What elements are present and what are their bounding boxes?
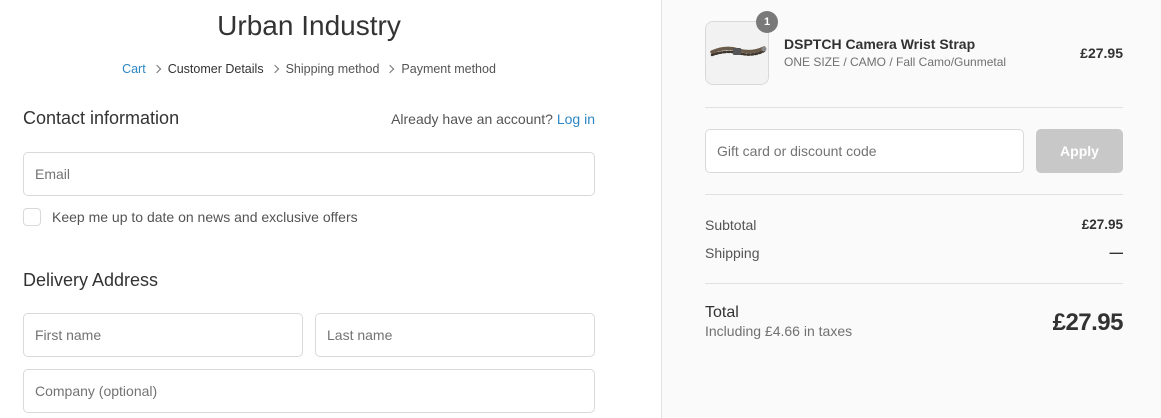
delivery-address-heading: Delivery Address: [23, 270, 159, 290]
account-prompt: Already have an account? Log in: [391, 111, 595, 127]
shipping-value: —: [1109, 245, 1124, 260]
product-price: £27.95: [1080, 45, 1123, 61]
login-link[interactable]: Log in: [557, 111, 595, 127]
company-field-wrapper: [23, 369, 595, 413]
subtotal-row: Subtotal £27.95: [705, 217, 1123, 233]
divider: [705, 107, 1123, 108]
breadcrumb-payment-method: Payment method: [401, 62, 496, 76]
shop-title[interactable]: Urban Industry: [0, 10, 618, 42]
taxes-note: Including £4.66 in taxes: [705, 323, 853, 339]
chevron-right-icon: [146, 62, 168, 76]
discount-code-field[interactable]: [706, 130, 1023, 172]
wrist-strap-icon: [706, 22, 768, 84]
breadcrumb-shipping-method: Shipping method: [285, 62, 380, 76]
total-value: £27.95: [1052, 309, 1124, 336]
total-label: Total: [705, 304, 739, 321]
discount-code-field-wrapper: [705, 129, 1024, 173]
account-prompt-text: Already have an account?: [391, 111, 553, 127]
product-variant: ONE SIZE / CAMO / Fall Camo/Gunmetal: [784, 55, 1007, 69]
product-name: DSPTCH Camera Wrist Strap: [784, 36, 976, 52]
quantity-badge: 1: [756, 11, 778, 33]
first-name-field[interactable]: [24, 314, 302, 356]
order-line-item: 1 DSPTCH Camera Wrist Strap ONE SIZE / C…: [705, 11, 1123, 85]
email-field[interactable]: [24, 153, 594, 195]
newsletter-label: Keep me up to date on news and exclusive…: [52, 209, 358, 225]
subtotal-label: Subtotal: [705, 217, 757, 233]
newsletter-checkbox[interactable]: [23, 208, 41, 226]
divider: [705, 194, 1123, 195]
breadcrumb-customer-details: Customer Details: [167, 62, 264, 76]
divider: [705, 283, 1123, 284]
email-field-wrapper: [23, 152, 595, 196]
company-field[interactable]: [24, 370, 594, 412]
first-name-field-wrapper: [23, 313, 303, 357]
shipping-row: Shipping —: [705, 245, 1123, 261]
chevron-right-icon: [379, 62, 401, 76]
apply-discount-button[interactable]: Apply: [1036, 129, 1123, 173]
breadcrumb-cart[interactable]: Cart: [122, 62, 146, 76]
subtotal-value: £27.95: [1081, 217, 1123, 232]
shipping-label: Shipping: [705, 245, 760, 261]
breadcrumb: Cart Customer Details Shipping method Pa…: [0, 62, 618, 76]
last-name-field[interactable]: [316, 314, 594, 356]
contact-information-heading: Contact information: [23, 108, 180, 128]
newsletter-option[interactable]: Keep me up to date on news and exclusive…: [23, 208, 358, 226]
order-summary-sidebar: 1 DSPTCH Camera Wrist Strap ONE SIZE / C…: [661, 0, 1161, 418]
checkout-main: Urban Industry Cart Customer Details Shi…: [0, 0, 661, 418]
last-name-field-wrapper: [315, 313, 595, 357]
chevron-right-icon: [264, 62, 286, 76]
